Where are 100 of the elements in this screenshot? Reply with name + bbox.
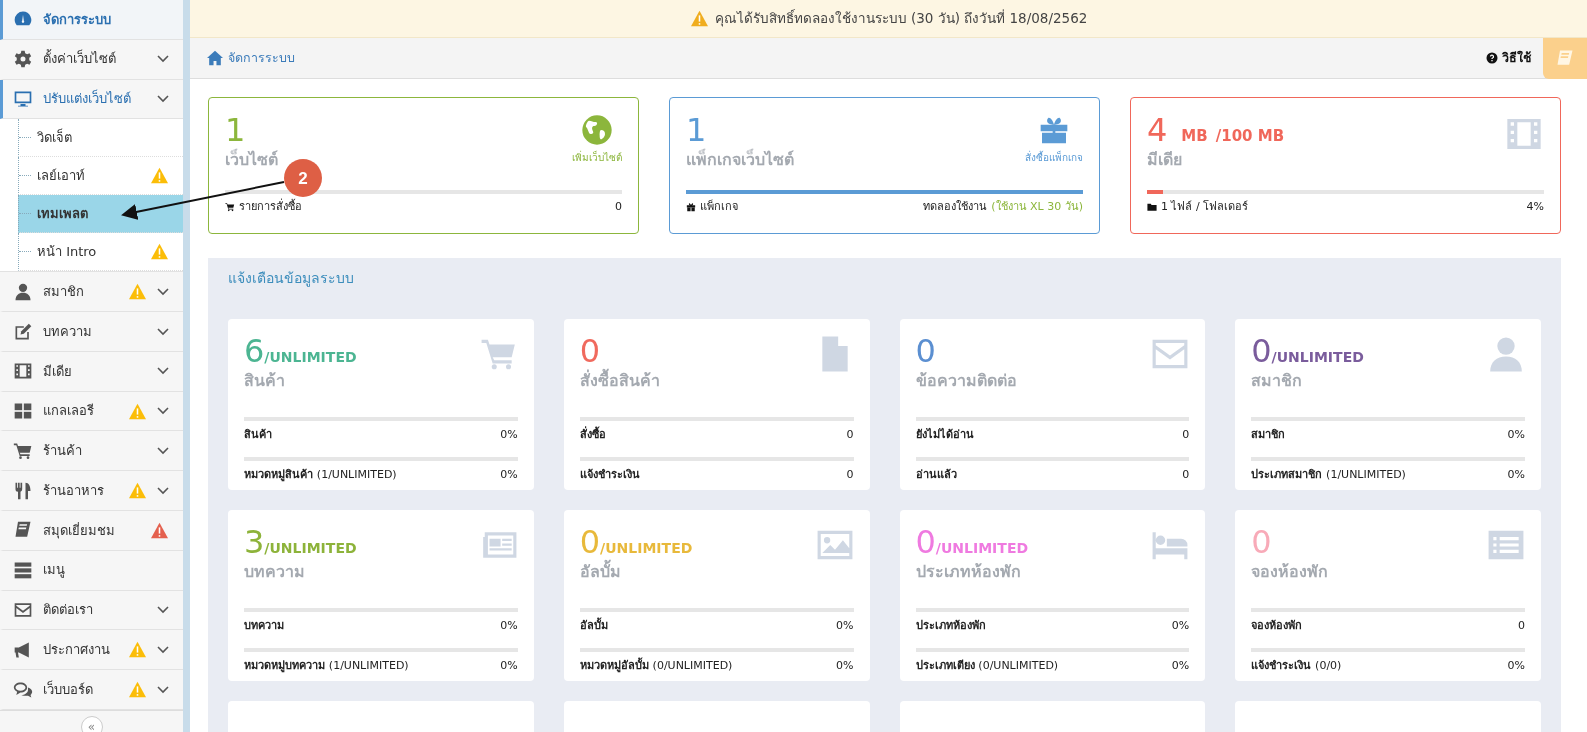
sidebar-item[interactable]: สมาชิก bbox=[0, 272, 183, 313]
guide-button[interactable] bbox=[1543, 37, 1587, 79]
stat-label: สินค้า bbox=[244, 369, 286, 392]
footer-label: รายการสั่งซื้อ bbox=[239, 198, 302, 215]
row-label: ยังไม่ได้อ่าน bbox=[915, 426, 974, 443]
footer-label: แพ็กเกจ bbox=[700, 198, 738, 215]
stat-value: 0 bbox=[915, 526, 936, 560]
help-link[interactable]: วิธีใช้ bbox=[1486, 48, 1531, 68]
footer-value: ทดลองใช้งาน bbox=[923, 198, 988, 215]
row-value: 0% bbox=[1171, 617, 1190, 634]
row-value: 0% bbox=[836, 658, 854, 675]
chevron-icon bbox=[157, 407, 169, 416]
row-value: 0 bbox=[1518, 617, 1525, 634]
book-icon bbox=[1555, 48, 1575, 68]
panel-title: แจ้งเตือนข้อมูลระบบ bbox=[228, 269, 355, 289]
row-value: 0% bbox=[1507, 467, 1525, 484]
row-label: แจ้งชำระเงิน (0/0) bbox=[1251, 658, 1342, 675]
help-icon bbox=[1486, 52, 1498, 64]
stat-label: สั่งซื้อสินค้า bbox=[579, 368, 660, 392]
chevron-icon bbox=[157, 327, 169, 336]
gift-icon bbox=[686, 201, 696, 212]
collapse-button[interactable]: « bbox=[80, 716, 103, 732]
row-value: 0% bbox=[500, 617, 518, 634]
folder-icon bbox=[1147, 201, 1157, 212]
row-value: 0% bbox=[1507, 658, 1525, 675]
row-value: 0% bbox=[836, 617, 854, 634]
stat-value: 0 bbox=[579, 526, 601, 560]
row-value: 0 bbox=[1182, 426, 1190, 443]
sidebar-item[interactable]: สมุดเยี่ยมชม bbox=[0, 511, 183, 551]
sidebar-item[interactable]: ร้านอาหาร bbox=[0, 471, 183, 512]
stat-label: ประเภทห้องพัก bbox=[915, 560, 1022, 583]
row-label: ประเภทสมาชิก (1/UNLIMITED) bbox=[1251, 467, 1406, 484]
footer-value: 4% bbox=[1526, 198, 1544, 215]
cart-icon bbox=[225, 201, 235, 212]
row-value: 0% bbox=[1507, 426, 1525, 443]
stat-value: 4 bbox=[1147, 114, 1168, 148]
globe-icon bbox=[581, 114, 613, 146]
chevron-icon bbox=[157, 446, 169, 455]
sidebar-item[interactable]: แกลเลอรี bbox=[0, 391, 183, 432]
row-value: 0% bbox=[500, 426, 518, 443]
row-label: สั่งซื้อ bbox=[579, 426, 606, 443]
stat-label: เว็บไซต์ bbox=[225, 147, 278, 171]
chevron-icon bbox=[157, 94, 169, 103]
stat-label: จองห้องพัก bbox=[1251, 560, 1329, 583]
edit-icon bbox=[13, 321, 33, 342]
sidebar-item[interactable]: ตั้งค่าเว็บไซต์ bbox=[0, 39, 183, 80]
sidebar-item[interactable]: จัดการระบบ bbox=[0, 0, 183, 40]
stat-value: 1 bbox=[225, 114, 246, 148]
gear-icon bbox=[13, 49, 33, 70]
trial-notice: คุณได้รับสิทธิ์ทดลองใช้งานระบบ (30 วัน) ถึงวันที่ 18/08/2562 bbox=[714, 8, 1088, 29]
footer-value: 0 bbox=[615, 198, 622, 215]
row-label: จองห้องพัก bbox=[1251, 617, 1303, 634]
sidebar-item[interactable]: เว็บบอร์ด bbox=[0, 670, 183, 710]
row-value: 0 bbox=[846, 467, 854, 484]
plan-note: (ใช้งาน XL 30 วัน) bbox=[991, 198, 1083, 215]
stat-limit: /UNLIMITED bbox=[600, 540, 693, 558]
row-label: หมวดหมู่สินค้า (1/UNLIMITED) bbox=[244, 467, 397, 484]
grid-icon bbox=[13, 401, 33, 422]
row-label: สินค้า bbox=[244, 426, 272, 443]
sidebar-scrollbar[interactable] bbox=[183, 0, 190, 732]
sidebar-item[interactable]: ประกาศงาน bbox=[0, 630, 183, 671]
sidebar-item[interactable]: เมนู bbox=[0, 550, 183, 591]
user-icon bbox=[13, 281, 33, 302]
submenu-item[interactable]: เทมเพลต bbox=[18, 195, 183, 234]
chevron-icon bbox=[157, 55, 169, 64]
chevron-icon bbox=[157, 645, 169, 654]
row-label: อัลบั้ม bbox=[579, 617, 608, 634]
stat-value: 1 bbox=[686, 114, 707, 148]
stat-label: ข้อความติดต่อ bbox=[915, 369, 1017, 392]
stat-label: สมาชิก bbox=[1251, 369, 1304, 392]
step-number: 2 bbox=[298, 169, 308, 188]
stat-label: อัลบั้ม bbox=[579, 559, 622, 583]
row-value: 0% bbox=[1171, 658, 1190, 675]
menu-icon bbox=[13, 560, 33, 581]
stat-value: 0 bbox=[915, 335, 936, 369]
stat-limit: /UNLIMITED bbox=[935, 540, 1029, 558]
sidebar-item[interactable]: มีเดีย bbox=[0, 351, 183, 392]
stat-value: 0 bbox=[1251, 526, 1272, 560]
row-value: 0 bbox=[1182, 467, 1190, 484]
stat-limit: /UNLIMITED bbox=[264, 349, 357, 367]
row-value: 0% bbox=[500, 467, 518, 484]
footer-label: 1 ไฟล์ / โฟลเดอร์ bbox=[1161, 198, 1249, 215]
stat-label: บทความ bbox=[244, 560, 306, 583]
row-value: 0 bbox=[846, 426, 854, 443]
breadcrumb-link[interactable]: จัดการระบบ bbox=[206, 48, 295, 68]
chevron-icon bbox=[157, 367, 169, 376]
stat-value: 3 bbox=[244, 526, 265, 560]
stat-limit: /UNLIMITED bbox=[264, 540, 357, 558]
row-label: ประเภทเตียง (0/UNLIMITED) bbox=[915, 658, 1059, 675]
envelope-icon bbox=[13, 600, 33, 620]
utensils-icon bbox=[13, 480, 33, 501]
row-label: อ่านแล้ว bbox=[915, 467, 957, 484]
home-icon bbox=[206, 50, 224, 66]
chevron-icon bbox=[157, 685, 169, 694]
stat-value: 6 bbox=[244, 335, 265, 369]
film-icon bbox=[13, 361, 33, 382]
stat-value: 0 bbox=[1251, 335, 1272, 369]
stat-label: มีเดีย bbox=[1147, 148, 1183, 171]
row-label: หมวดหมู่บทความ (1/UNLIMITED) bbox=[244, 658, 409, 675]
stat-label: แพ็กเกจเว็บไซต์ bbox=[686, 147, 794, 171]
